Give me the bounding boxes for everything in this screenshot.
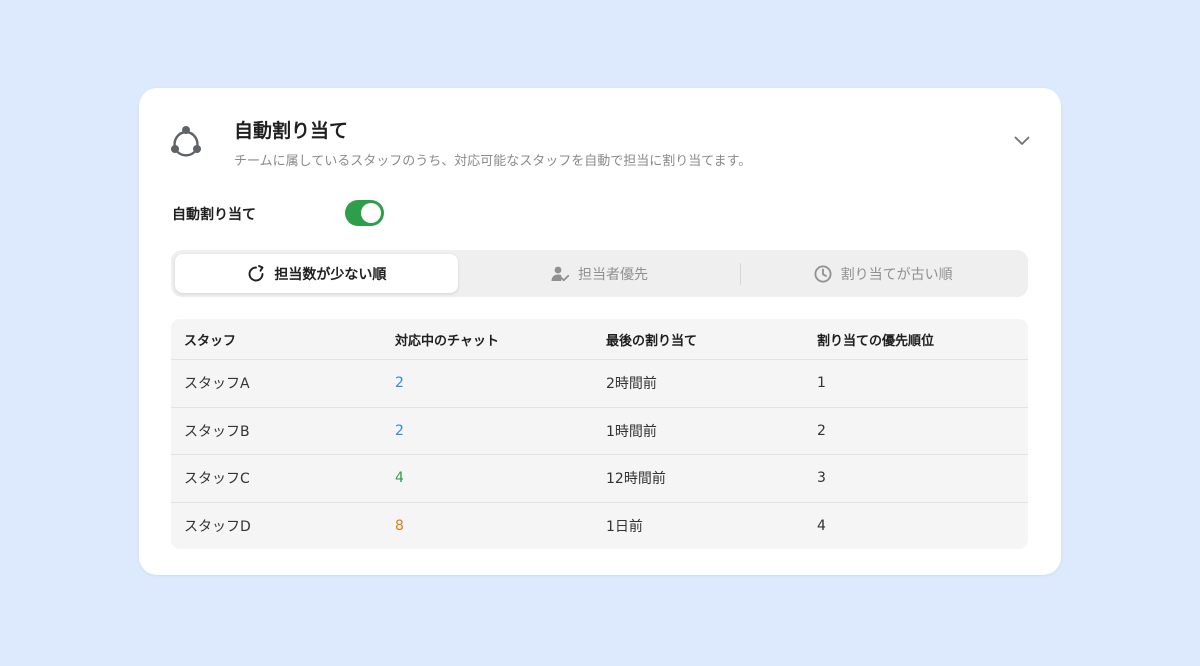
last-assigned: 1時間前 xyxy=(606,423,657,440)
column-header-active-chats: 対応中のチャット xyxy=(395,333,499,349)
tab-fewest-assignments[interactable]: 担当数が少ない順 xyxy=(175,254,458,293)
tab-label: 担当数が少ない順 xyxy=(274,266,387,283)
staff-name: スタッフB xyxy=(184,423,250,440)
auto-assign-toggle-label: 自動割り当て xyxy=(172,207,256,223)
tab-oldest-assignment[interactable]: 割り当てが古い順 xyxy=(741,254,1024,293)
chevron-down-icon xyxy=(1014,136,1030,145)
user-check-icon xyxy=(551,266,570,281)
column-header-staff: スタッフ xyxy=(184,333,237,349)
active-chats-count: 2 xyxy=(395,375,404,392)
staff-table: スタッフ 対応中のチャット 最後の割り当て 割り当ての優先順位 スタッフA 2 … xyxy=(171,319,1028,549)
column-header-priority: 割り当ての優先順位 xyxy=(817,333,935,349)
table-header-row: スタッフ 対応中のチャット 最後の割り当て 割り当ての優先順位 xyxy=(171,319,1028,359)
last-assigned: 2時間前 xyxy=(606,376,657,393)
active-chats-count: 2 xyxy=(395,422,404,439)
auto-assign-card: 自動割り当て チームに属しているスタッフのうち、対応可能なスタッフを自動で担当に… xyxy=(139,88,1061,575)
clock-icon xyxy=(814,265,832,282)
table-row: スタッフD 8 1日前 4 xyxy=(171,501,1028,550)
tab-label: 割り当てが古い順 xyxy=(840,266,953,283)
collapse-button[interactable] xyxy=(1011,130,1033,152)
priority-rank: 1 xyxy=(817,375,826,392)
toggle-knob xyxy=(361,203,381,223)
priority-rank: 4 xyxy=(817,517,826,534)
table-row: スタッフC 4 12時間前 3 xyxy=(171,454,1028,502)
auto-assign-toggle[interactable] xyxy=(345,200,384,226)
staff-name: スタッフD xyxy=(184,518,251,535)
priority-rank: 2 xyxy=(817,422,826,439)
tab-assignee-priority[interactable]: 担当者優先 xyxy=(458,254,741,293)
table-row: スタッフB 2 1時間前 2 xyxy=(171,406,1028,455)
refresh-arrow-icon xyxy=(248,264,264,281)
column-header-last-assigned: 最後の割り当て xyxy=(606,333,698,349)
staff-name: スタッフC xyxy=(184,471,250,488)
share-nodes-icon xyxy=(167,122,205,160)
assign-mode-tabs: 担当数が少ない順 担当者優先 割り当てが古い順 xyxy=(171,250,1028,297)
page-subtitle: チームに属しているスタッフのうち、対応可能なスタッフを自動で担当に割り当てます。 xyxy=(234,154,752,169)
active-chats-count: 4 xyxy=(395,470,404,487)
priority-rank: 3 xyxy=(817,470,826,487)
table-row: スタッフA 2 2時間前 1 xyxy=(171,359,1028,407)
last-assigned: 1日前 xyxy=(606,518,643,535)
tab-label: 担当者優先 xyxy=(578,266,648,283)
page-title: 自動割り当て xyxy=(234,120,349,142)
last-assigned: 12時間前 xyxy=(606,471,666,488)
staff-name: スタッフA xyxy=(184,376,250,393)
active-chats-count: 8 xyxy=(395,517,404,534)
